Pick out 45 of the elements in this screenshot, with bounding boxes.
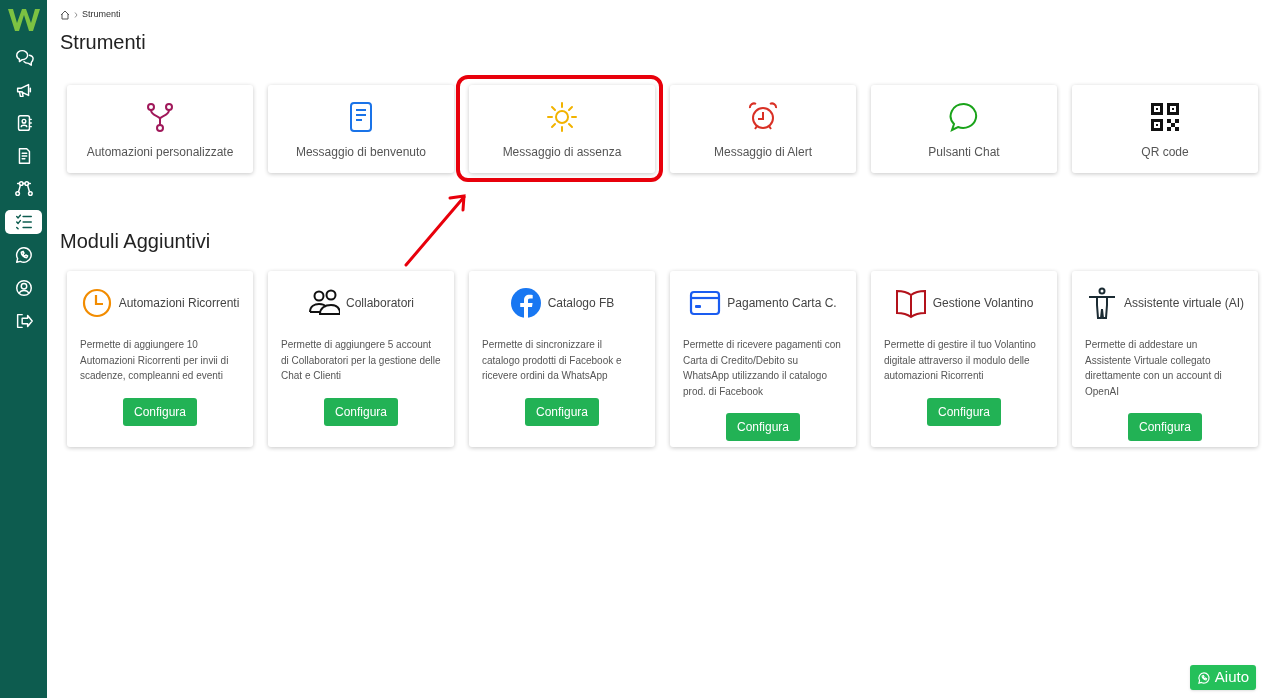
clock-icon — [80, 287, 113, 319]
open-book-icon — [894, 287, 927, 319]
chat-bubbles-icon — [13, 47, 34, 67]
module-description: Permette di aggiungere 10 Automazioni Ricorrenti per invii di scadenze, compleanni ed eventi — [80, 338, 230, 384]
qr-code-icon — [1149, 101, 1181, 133]
configure-button[interactable]: Configura — [324, 397, 398, 426]
tool-card[interactable]: Messaggio di assenza — [469, 85, 655, 173]
node-graph-icon — [13, 179, 34, 199]
logo-icon — [6, 7, 41, 33]
configure-button[interactable]: Configura — [525, 397, 599, 426]
module-description: Permette di gestire il tuo Volantino digitale attraverso il modulo delle automazioni Ricorrenti — [884, 338, 1037, 384]
module-description: Permette di aggiungere 5 account di Collaboratori per la gestione delle Chat e Clienti — [281, 338, 441, 384]
module-title: Assistente virtuale (AI) — [1123, 295, 1244, 312]
tool-card[interactable]: Messaggio di benvenuto — [268, 85, 454, 173]
tool-card[interactable]: QR code — [1072, 85, 1258, 173]
fork-icon — [144, 101, 176, 133]
sidebar-item[interactable] — [5, 210, 42, 234]
tool-card[interactable]: Automazioni personalizzate — [67, 85, 253, 173]
module-description: Permette di sincronizzare il catalogo prodotti di Facebook e ricevere ordini da WhatsApp — [482, 338, 623, 384]
help-button[interactable]: Aiuto — [1189, 665, 1256, 690]
whatsapp-icon — [1196, 670, 1211, 685]
page-title: Strumenti — [60, 30, 147, 55]
breadcrumb-item: Strumenti — [82, 8, 121, 22]
speech-bubble-icon — [948, 101, 980, 133]
module-title: Pagamento Carta C. — [727, 295, 837, 312]
facebook-logo-icon — [509, 287, 542, 319]
module-title: Gestione Volantino — [932, 295, 1034, 312]
user-circle-icon — [13, 278, 34, 298]
configure-button[interactable]: Configura — [726, 413, 800, 442]
module-title: Collaboratori — [345, 295, 414, 312]
tool-card[interactable]: Pulsanti Chat — [871, 85, 1057, 173]
home-icon[interactable] — [60, 10, 70, 20]
sun-icon — [546, 101, 578, 133]
module-title: Catalogo FB — [547, 295, 615, 312]
checklist-icon — [13, 212, 34, 232]
configure-button[interactable]: Configura — [927, 397, 1001, 426]
module-title: Automazioni Ricorrenti — [118, 295, 240, 312]
section-title: Moduli Aggiuntivi — [60, 229, 212, 254]
configure-button[interactable]: Configura — [123, 397, 197, 426]
configure-button[interactable]: Configura — [1128, 413, 1202, 442]
tool-card[interactable]: Messaggio di Alert — [670, 85, 856, 173]
whatsapp-icon — [13, 245, 34, 265]
module-description: Permette di ricevere pagamenti con Carta di Credito/Debito su WhatsApp utilizzando il catalogo prod. di Facebook — [683, 338, 842, 399]
chevron-icon — [74, 12, 78, 18]
module-description: Permette di addestare un Assistente Virtuale collegato direttamente con un account di OpenAI — [1085, 338, 1223, 399]
